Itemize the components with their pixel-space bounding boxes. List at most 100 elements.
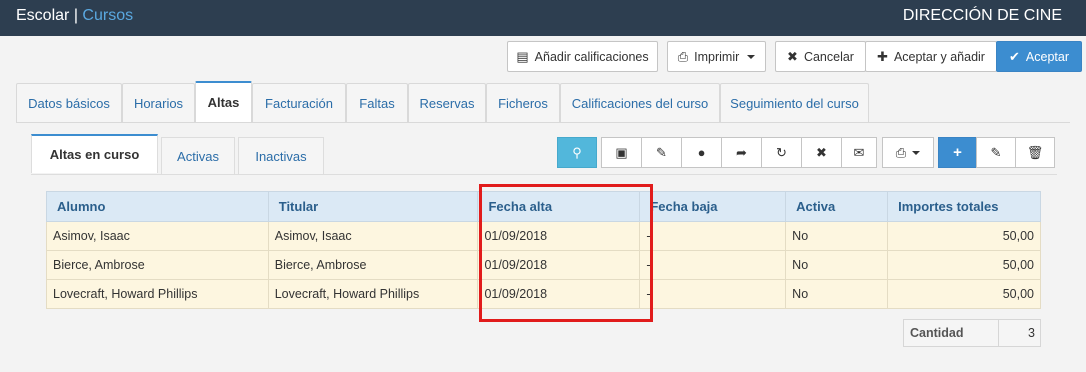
section-link[interactable]: Cursos — [82, 7, 133, 24]
column-header-activa[interactable]: Activa — [785, 191, 889, 222]
cell-importes: 50,00 — [887, 250, 1041, 280]
delete-button[interactable]: 🗑 — [1015, 137, 1055, 168]
plus-icon: ✚ — [877, 49, 888, 64]
top-bar: Escolar | Cursos DIRECCIÓN DE CINE — [0, 0, 1086, 36]
table-row[interactable]: Bierce, Ambrose Bierce, Ambrose 01/09/20… — [46, 250, 1041, 280]
money-button[interactable]: ▣ — [601, 137, 642, 168]
tab-label: Seguimiento del curso — [730, 96, 859, 111]
column-header-importes[interactable]: Importes totales — [887, 191, 1041, 222]
tab-calificaciones[interactable]: Calificaciones del curso — [560, 83, 720, 123]
edit-note-button[interactable]: ✎ — [641, 137, 682, 168]
subtab-altas-en-curso[interactable]: Altas en curso — [31, 134, 158, 173]
pencil-icon: ✎ — [990, 144, 1002, 160]
count-value: 3 — [1028, 326, 1035, 340]
subtab-inactivas[interactable]: Inactivas — [238, 137, 324, 175]
subtab-divider — [31, 174, 1057, 175]
search-button[interactable]: ⚲ — [557, 137, 597, 168]
add-button[interactable]: + — [938, 137, 977, 168]
add-grades-label: Añadir calificaciones — [534, 49, 649, 64]
printer-icon: ⎙ — [677, 49, 689, 64]
printer-icon: ⎙ — [895, 144, 907, 160]
table-header-row: Alumno Titular Fecha alta Fecha baja Act… — [46, 191, 1041, 222]
cell-fecha-alta: 01/09/2018 — [477, 250, 641, 280]
refresh-icon: ↻ — [776, 144, 787, 160]
tab-label: Horarios — [133, 96, 184, 111]
plus-icon: + — [953, 144, 962, 161]
print-list-button[interactable]: ⎙ — [882, 137, 934, 168]
money-icon: ▣ — [615, 144, 628, 160]
share-button[interactable]: ➦ — [721, 137, 762, 168]
altas-table: Alumno Titular Fecha alta Fecha baja Act… — [46, 191, 1041, 309]
tab-label: Datos básicos — [28, 96, 110, 111]
user-button[interactable]: ● — [681, 137, 722, 168]
list-icon: ▤ — [516, 49, 529, 64]
cell-fecha-baja: - — [639, 221, 787, 251]
email-button[interactable]: ✉ — [841, 137, 877, 168]
column-header-fecha-alta[interactable]: Fecha alta — [477, 191, 641, 222]
table-row[interactable]: Lovecraft, Howard Phillips Lovecraft, Ho… — [46, 279, 1041, 309]
tab-horarios[interactable]: Horarios — [122, 83, 195, 123]
edit-note-icon: ✎ — [656, 144, 667, 160]
column-header-fecha-baja[interactable]: Fecha baja — [639, 191, 787, 222]
accept-and-add-label: Aceptar y añadir — [893, 49, 985, 64]
cell-fecha-baja: - — [639, 250, 787, 280]
tab-label: Altas — [207, 95, 240, 110]
table-row[interactable]: Asimov, Isaac Asimov, Isaac 01/09/2018 -… — [46, 221, 1041, 251]
subtab-label: Altas en curso — [49, 147, 140, 162]
tab-reservas[interactable]: Reservas — [408, 83, 486, 123]
user-icon: ● — [697, 145, 706, 160]
cell-fecha-alta: 01/09/2018 — [477, 221, 641, 251]
app-name: Escolar — [16, 7, 70, 24]
accept-label: Aceptar — [1025, 49, 1069, 64]
cell-alumno: Asimov, Isaac — [46, 221, 269, 251]
user-title: DIRECCIÓN DE CINE — [902, 7, 1062, 24]
refresh-button[interactable]: ↻ — [761, 137, 802, 168]
column-header-titular[interactable]: Titular — [267, 191, 479, 222]
envelope-icon: ✉ — [853, 144, 865, 160]
close-icon: ✖ — [816, 144, 827, 160]
cell-fecha-baja: - — [639, 279, 787, 309]
cell-activa: No — [785, 221, 889, 251]
cancel-button[interactable]: ✖ Cancelar — [775, 41, 866, 72]
chevron-down-icon — [747, 54, 756, 59]
cell-alumno: Lovecraft, Howard Phillips — [46, 279, 269, 309]
cell-importes: 50,00 — [887, 279, 1041, 309]
print-label: Imprimir — [694, 49, 740, 64]
add-grades-button[interactable]: ▤ Añadir calificaciones — [507, 41, 658, 72]
subtab-label: Activas — [177, 149, 219, 164]
trash-icon: 🗑 — [1026, 144, 1044, 160]
tab-label: Reservas — [419, 96, 475, 111]
subtab-label: Inactivas — [255, 149, 307, 164]
print-button[interactable]: ⎙ Imprimir — [667, 41, 766, 72]
search-icon: ⚲ — [572, 144, 582, 160]
tab-ficheros[interactable]: Ficheros — [486, 83, 560, 123]
accept-button[interactable]: ✔ Aceptar — [996, 41, 1082, 72]
breadcrumb-separator: | — [73, 7, 78, 24]
count-label: Cantidad — [904, 320, 999, 346]
accept-and-add-button[interactable]: ✚ Aceptar y añadir — [865, 41, 997, 72]
tab-label: Faltas — [359, 96, 395, 111]
cell-titular: Asimov, Isaac — [267, 221, 479, 251]
breadcrumb: Escolar | Cursos — [16, 7, 133, 25]
column-header-alumno[interactable]: Alumno — [46, 191, 269, 222]
close-icon: ✖ — [787, 49, 798, 64]
tab-altas[interactable]: Altas — [195, 81, 252, 122]
tab-faltas[interactable]: Faltas — [346, 83, 408, 123]
check-icon: ✔ — [1009, 49, 1020, 64]
cell-titular: Lovecraft, Howard Phillips — [267, 279, 479, 309]
tab-datos-basicos[interactable]: Datos básicos — [16, 83, 122, 123]
cell-importes: 50,00 — [887, 221, 1041, 251]
subtab-activas[interactable]: Activas — [161, 137, 235, 175]
edit-button[interactable]: ✎ — [976, 137, 1016, 168]
tab-facturacion[interactable]: Facturación — [252, 83, 346, 123]
cancel-label: Cancelar — [803, 49, 854, 64]
tab-label: Calificaciones del curso — [571, 96, 709, 111]
cell-activa: No — [785, 250, 889, 280]
cell-fecha-alta: 01/09/2018 — [477, 279, 641, 309]
remove-button[interactable]: ✖ — [801, 137, 842, 168]
chevron-down-icon — [912, 150, 921, 155]
tab-seguimiento[interactable]: Seguimiento del curso — [720, 83, 869, 123]
cell-titular: Bierce, Ambrose — [267, 250, 479, 280]
tab-label: Ficheros — [498, 96, 548, 111]
share-icon: ➦ — [736, 144, 747, 160]
